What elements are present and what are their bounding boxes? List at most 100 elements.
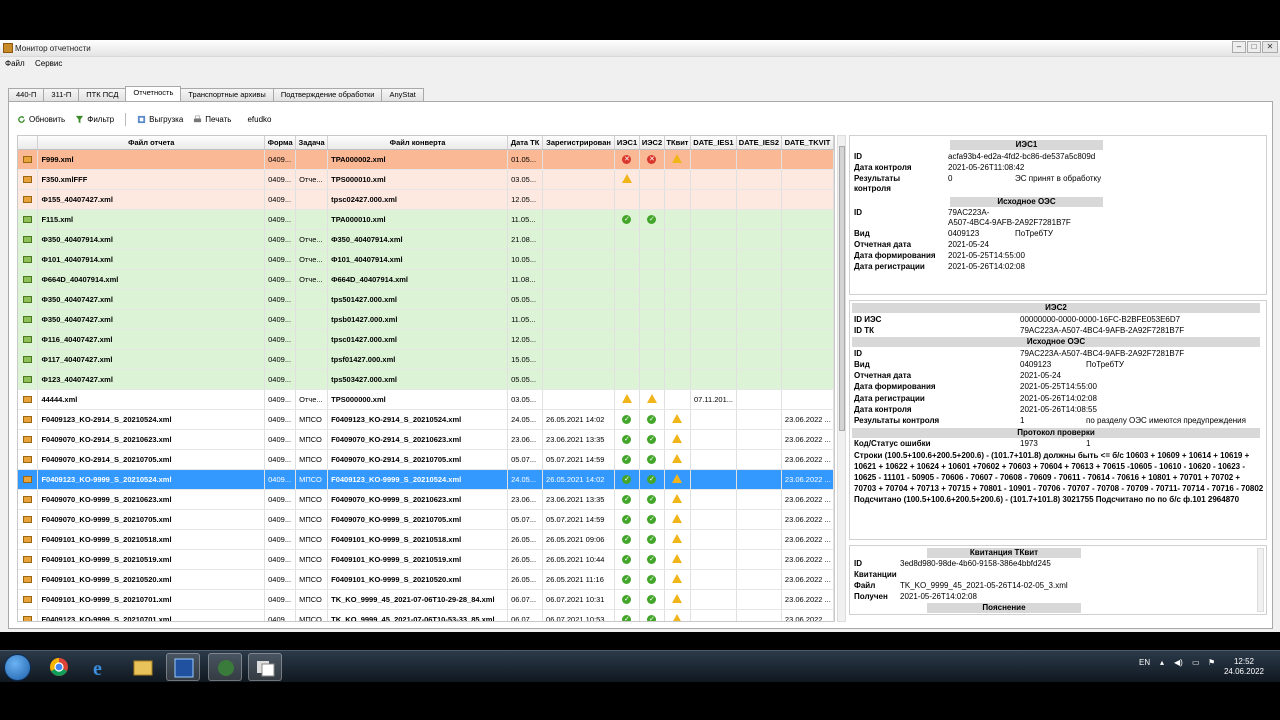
- envelope-file-cell: TPS000000.xml: [327, 389, 509, 410]
- col-tkvit[interactable]: ТКвит: [664, 136, 691, 150]
- col-ies1[interactable]: ИЭС1: [614, 136, 640, 150]
- tab-reporting[interactable]: Отчетность: [125, 86, 182, 101]
- taskbar: e EN ▴ ◀) ▭ ⚑ 12:52 24.06.2022: [0, 650, 1280, 682]
- table-row[interactable]: F115.xml 0409... TPA000010.xml 11.05... ✓ ✓: [18, 209, 834, 230]
- col-report-file[interactable]: Файл отчета: [37, 136, 266, 150]
- date-ies1-cell: [690, 449, 737, 470]
- maximize-button[interactable]: □: [1247, 41, 1261, 53]
- date-ies1-cell: [690, 229, 737, 250]
- print-button[interactable]: Печать: [193, 115, 231, 124]
- table-row[interactable]: 44444.xml 0409... Отче... TPS000000.xml 03.0…: [18, 389, 834, 410]
- tab-anystat[interactable]: AnyStat: [381, 88, 424, 101]
- table-row[interactable]: F0409070_KO-9999_S_20210705.xml 0409... МП…: [18, 509, 834, 530]
- table-row[interactable]: Ф350_40407914.xml 0409... Отче... Ф350_4040…: [18, 229, 834, 250]
- col-envelope-file[interactable]: Файл конверта: [327, 136, 509, 150]
- date-ies1-cell: [690, 509, 737, 530]
- tab-ptk-psd[interactable]: ПТК ПСД: [78, 88, 127, 101]
- chrome-taskbar-icon[interactable]: [42, 653, 76, 681]
- network-icon[interactable]: ▭: [1192, 658, 1200, 667]
- form-cell: 0409...: [264, 329, 297, 350]
- col-form[interactable]: Форма: [264, 136, 297, 150]
- status-cell: [664, 249, 691, 270]
- col-date-tkvit[interactable]: DATE_TKVIT: [781, 136, 834, 150]
- 1c-taskbar-icon[interactable]: [208, 653, 242, 681]
- export-button[interactable]: Выгрузка: [137, 115, 183, 124]
- table-row[interactable]: Ф155_40407427.xml 0409... tpsc02427.000.xm…: [18, 189, 834, 210]
- date-ies2-cell: [736, 609, 782, 621]
- col-icon[interactable]: [18, 136, 39, 150]
- table-row[interactable]: F0409101_KO-9999_S_20210519.xml 0409... МП…: [18, 549, 834, 570]
- col-ies2[interactable]: ИЭС2: [639, 136, 665, 150]
- windows-taskbar-icon[interactable]: [248, 653, 282, 681]
- row-icon-cell: [18, 409, 39, 430]
- tab-processing-confirmation[interactable]: Подтверждение обработки: [272, 88, 383, 101]
- col-date-ies2[interactable]: DATE_IES2: [736, 136, 782, 150]
- task-cell: Отче...: [295, 229, 329, 250]
- ies2-result-label: Результаты контроля: [854, 416, 940, 425]
- ie-taskbar-icon[interactable]: e: [84, 653, 118, 681]
- col-date-tk[interactable]: Дата ТК: [507, 136, 544, 150]
- task-cell: МПСО: [295, 509, 329, 530]
- row-icon-cell: [18, 209, 39, 230]
- volume-icon[interactable]: ◀): [1174, 658, 1183, 667]
- table-row[interactable]: F0409123_KO-9999_S_20210524.xml 0409... МП…: [18, 469, 834, 490]
- document-icon: [23, 615, 33, 621]
- col-registered[interactable]: Зарегистрирован: [542, 136, 615, 150]
- app-taskbar-icon[interactable]: [166, 653, 200, 681]
- table-row[interactable]: F0409070_KO-2914_S_20210705.xml 0409... МП…: [18, 449, 834, 470]
- grid-scrollbar[interactable]: [837, 135, 846, 622]
- table-row[interactable]: F0409070_KO-9999_S_20210623.xml 0409... МП…: [18, 489, 834, 510]
- flag-icon[interactable]: ⚑: [1208, 658, 1215, 667]
- reports-grid: Файл отчета Форма Задача Файл конверта Д…: [17, 135, 835, 622]
- print-label: Печать: [205, 114, 232, 124]
- table-row[interactable]: F350.xmlFFF 0409... Отче... TPS000010.xml 03…: [18, 169, 834, 190]
- date-tk-cell: 05.07...: [507, 449, 544, 470]
- table-row[interactable]: F0409123_KO-2914_S_20210524.xml 0409... МП…: [18, 409, 834, 430]
- table-row[interactable]: Ф117_40407427.xml 0409... tpsf01427.000.xm…: [18, 349, 834, 370]
- menu-service[interactable]: Сервис: [35, 59, 62, 68]
- table-row[interactable]: Ф101_40407914.xml 0409... Отче... Ф101_4040…: [18, 249, 834, 270]
- ies1-kind-label: Вид: [854, 229, 870, 238]
- minimize-button[interactable]: –: [1232, 41, 1246, 53]
- date-tkvit-cell: [781, 369, 834, 390]
- refresh-button[interactable]: Обновить: [17, 115, 65, 124]
- col-task[interactable]: Задача: [295, 136, 329, 150]
- form-cell: 0409...: [264, 429, 297, 450]
- close-button[interactable]: ✕: [1262, 41, 1278, 53]
- clock-time: 12:52: [1233, 657, 1254, 666]
- tkvit-scrollbar[interactable]: [1257, 548, 1264, 612]
- refresh-label: Обновить: [29, 114, 66, 124]
- table-row[interactable]: F0409070_KO-2914_S_20210623.xml 0409... МП…: [18, 429, 834, 450]
- table-row[interactable]: F0409101_KO-9999_S_20210701.xml 0409... МП…: [18, 589, 834, 610]
- tray-arrow-icon[interactable]: ▴: [1160, 658, 1164, 667]
- date-tk-cell: 24.05...: [507, 409, 544, 430]
- tab-transport-archives[interactable]: Транспортные архивы: [180, 88, 274, 101]
- status-cell: [639, 369, 665, 390]
- col-date-ies1[interactable]: DATE_IES1: [690, 136, 737, 150]
- explorer-taskbar-icon[interactable]: [126, 653, 160, 681]
- table-row[interactable]: Ф350_40407427.xml 0409... tps501427.000.xm…: [18, 289, 834, 310]
- scrollbar-thumb[interactable]: [839, 146, 845, 431]
- status-cell: [639, 329, 665, 350]
- tab-311p[interactable]: 311-П: [43, 88, 80, 101]
- table-row[interactable]: F0409123_KO-9999_S_20210701.xml 0409... МП…: [18, 609, 834, 621]
- envelope-file-cell: F0409123_KO-2914_S_20210524.xml: [327, 409, 509, 430]
- start-button[interactable]: [4, 654, 31, 681]
- language-indicator[interactable]: EN: [1139, 658, 1150, 667]
- table-row[interactable]: F0409101_KO-9999_S_20210520.xml 0409... МП…: [18, 569, 834, 590]
- menu-bar: Файл Сервис: [0, 57, 1280, 71]
- filter-button[interactable]: Фильтр: [75, 115, 114, 124]
- table-row[interactable]: F0409101_KO-9999_S_20210518.xml 0409... МП…: [18, 529, 834, 550]
- tab-440p[interactable]: 440-П: [8, 88, 45, 101]
- menu-file[interactable]: Файл: [5, 59, 25, 68]
- document-icon: [23, 555, 33, 563]
- table-row[interactable]: Ф123_40407427.xml 0409... tps503427.000.xm…: [18, 369, 834, 390]
- table-row[interactable]: F999.xml 0409... TPA000002.xml 01.05... ✕ ✕: [18, 149, 834, 170]
- table-row[interactable]: Ф664D_40407914.xml 0409... Отче... Ф664D_40…: [18, 269, 834, 290]
- clock[interactable]: 12:52 24.06.2022: [1224, 657, 1264, 677]
- table-row[interactable]: Ф116_40407427.xml 0409... tpsc01427.000.xm…: [18, 329, 834, 350]
- status-cell: ✓: [614, 509, 640, 530]
- status-cell: [664, 549, 691, 570]
- status-cell: ✓: [639, 609, 665, 621]
- table-row[interactable]: Ф350_40407427.xml 0409... tpsb01427.000.xm…: [18, 309, 834, 330]
